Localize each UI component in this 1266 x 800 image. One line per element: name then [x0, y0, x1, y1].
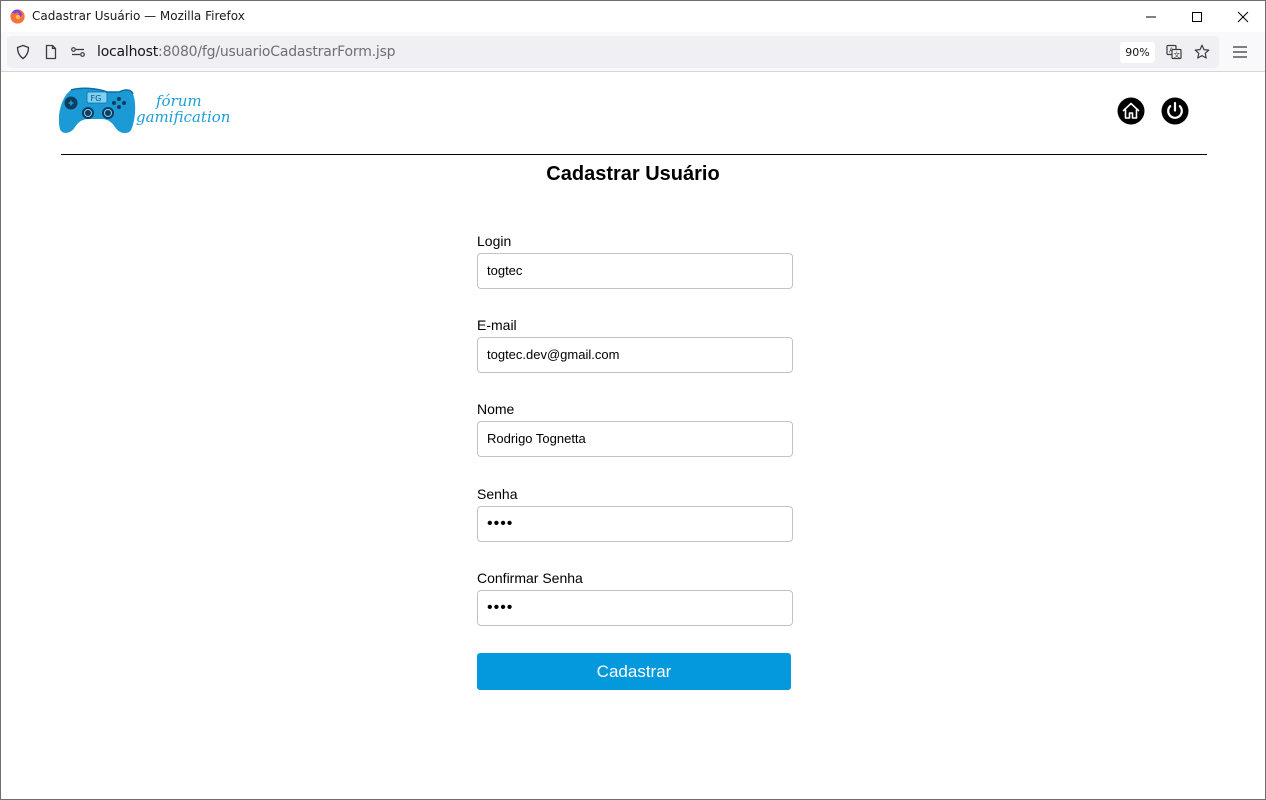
page-content: FG fórum gamification Cadastrar Usuário … — [1, 73, 1265, 799]
email-label: E-mail — [477, 317, 517, 333]
page-title: Cadastrar Usuário — [546, 163, 720, 185]
login-label: Login — [477, 233, 512, 249]
translate-icon[interactable]: A 文 — [1166, 44, 1182, 60]
url-text[interactable]: localhost:8080/fg/usuarioCadastrarForm.j… — [97, 44, 396, 60]
window-title: Cadastrar Usuário — Mozilla Firefox — [32, 9, 245, 23]
logo-line-gamification: gamification — [136, 108, 231, 126]
logo-wordmark: fórum gamification — [136, 93, 230, 125]
navigation-bar: localhost:8080/fg/usuarioCadastrarForm.j… — [1, 32, 1265, 72]
browser-window: Cadastrar Usuário — Mozilla Firefox loca… — [0, 0, 1266, 800]
svg-text:文: 文 — [1174, 50, 1181, 59]
menu-icon[interactable] — [1231, 44, 1249, 60]
register-submit-button[interactable]: Cadastrar — [477, 653, 791, 690]
url-path: :8080/fg/usuarioCadastrarForm.jsp — [158, 44, 396, 60]
close-icon — [1237, 11, 1249, 22]
url-bar[interactable]: localhost:8080/fg/usuarioCadastrarForm.j… — [7, 36, 1219, 68]
password-input[interactable]: •••• — [477, 506, 793, 542]
permissions-icon[interactable] — [70, 44, 86, 60]
maximize-icon — [1192, 11, 1202, 22]
confirm-password-label: Confirmar Senha — [477, 570, 583, 586]
maximize-button[interactable] — [1174, 1, 1220, 32]
zoom-indicator[interactable]: 90% — [1120, 42, 1155, 63]
close-button[interactable] — [1220, 1, 1266, 32]
password-label: Senha — [477, 486, 518, 502]
logo-badge: FG — [91, 94, 102, 103]
minimize-icon — [1146, 16, 1156, 17]
logo-line-forum: fórum — [156, 92, 202, 110]
power-icon[interactable] — [1161, 97, 1189, 125]
confirm-password-input[interactable]: •••• — [477, 590, 793, 626]
header-divider — [61, 154, 1207, 155]
minimize-button[interactable] — [1128, 1, 1174, 32]
page-icon[interactable] — [43, 44, 59, 60]
email-input[interactable]: togtec.dev@gmail.com — [477, 337, 793, 373]
login-input[interactable]: togtec — [477, 253, 793, 289]
title-bar: Cadastrar Usuário — Mozilla Firefox — [1, 1, 1265, 32]
home-icon[interactable] — [1117, 97, 1145, 125]
firefox-icon — [10, 9, 25, 24]
name-input[interactable]: Rodrigo Tognetta — [477, 421, 793, 457]
name-label: Nome — [477, 401, 515, 417]
shield-icon[interactable] — [15, 44, 31, 60]
url-host: localhost — [97, 44, 159, 60]
bookmark-star-icon[interactable] — [1194, 44, 1210, 60]
